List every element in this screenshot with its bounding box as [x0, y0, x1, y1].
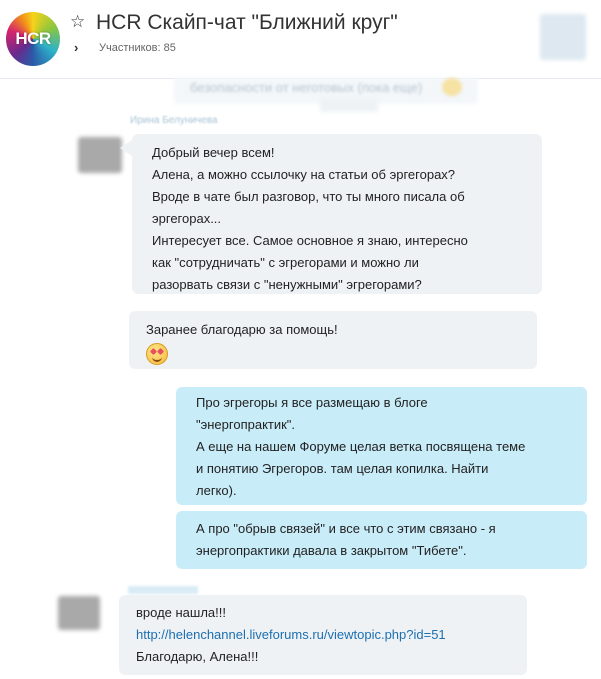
message-line: Заранее благодарю за помощь! — [146, 322, 338, 337]
message-line: разорвать связи с "ненужными" эгрегорами… — [152, 277, 422, 292]
message-line: "энергопрактик". — [196, 417, 296, 432]
message-line: Алена, а можно ссылочку на статьи об эрг… — [152, 167, 456, 182]
message-line: А про "обрыв связей" и все что с этим св… — [196, 521, 496, 536]
message-line: А еще на нашем Форуме целая ветка посвящ… — [196, 439, 526, 454]
message-line: легко). — [196, 483, 237, 498]
smiling-heart-eyes-emoji-icon — [146, 343, 168, 365]
user-avatar[interactable] — [78, 137, 122, 173]
logo-text: HCR — [15, 29, 51, 48]
message-line: и понятию Эгрегоров. там целая копилка. … — [196, 461, 489, 476]
blurred-bar — [320, 98, 378, 112]
group-avatar[interactable]: HCR — [6, 12, 60, 66]
message-line: Про эгрегоры я все размещаю в блоге — [196, 395, 428, 410]
message-line: Вроде в чате был разговор, что ты много … — [152, 189, 465, 204]
message-line: эргегорах... — [152, 211, 222, 226]
participants-count[interactable]: Участников: 85 — [99, 42, 176, 54]
user-avatar[interactable] — [58, 596, 100, 630]
chat-header: HCR ☆ HCR Скайп-чат "Ближний круг" › Уча… — [0, 0, 601, 79]
message-link[interactable]: http://helenchannel.liveforums.ru/viewto… — [136, 624, 527, 646]
message-line: Добрый вечер всем! — [152, 145, 275, 160]
chevron-right-icon[interactable]: › — [74, 40, 78, 55]
remnant-text: безопасности от неготовых (пока еще) — [190, 80, 423, 95]
message-line: как "сотрудничать" с эгрегорами и можно … — [152, 255, 419, 270]
message-line: Интересует все. Самое основное я знаю, и… — [152, 233, 468, 248]
chat-title: HCR Скайп-чат "Ближний круг" — [96, 11, 398, 34]
sender-name-blurred — [128, 586, 198, 594]
bubble-tail — [120, 140, 132, 156]
blurred-emoji — [442, 78, 462, 96]
message-line: Благодарю, Алена!!! — [136, 649, 259, 664]
blurred-header-avatar — [540, 14, 586, 60]
incoming-message-bubble[interactable]: Заранее благодарю за помощь! — [129, 311, 537, 369]
outgoing-message-bubble[interactable]: А про "обрыв связей" и все что с этим св… — [176, 511, 587, 569]
incoming-message-bubble[interactable]: вроде нашла!!! http://helenchannel.livef… — [119, 595, 527, 675]
message-line: вроде нашла!!! — [136, 605, 226, 620]
sender-name: Ирина Белуничева — [130, 115, 218, 126]
outgoing-message-bubble[interactable]: Про эгрегоры я все размещаю в блоге "эне… — [176, 387, 587, 505]
favorite-star-icon[interactable]: ☆ — [70, 12, 85, 32]
message-line: энергопрактики давала в закрытом "Тибете… — [196, 543, 467, 558]
incoming-message-bubble[interactable]: Добрый вечер всем! Алена, а можно ссылоч… — [132, 134, 542, 294]
